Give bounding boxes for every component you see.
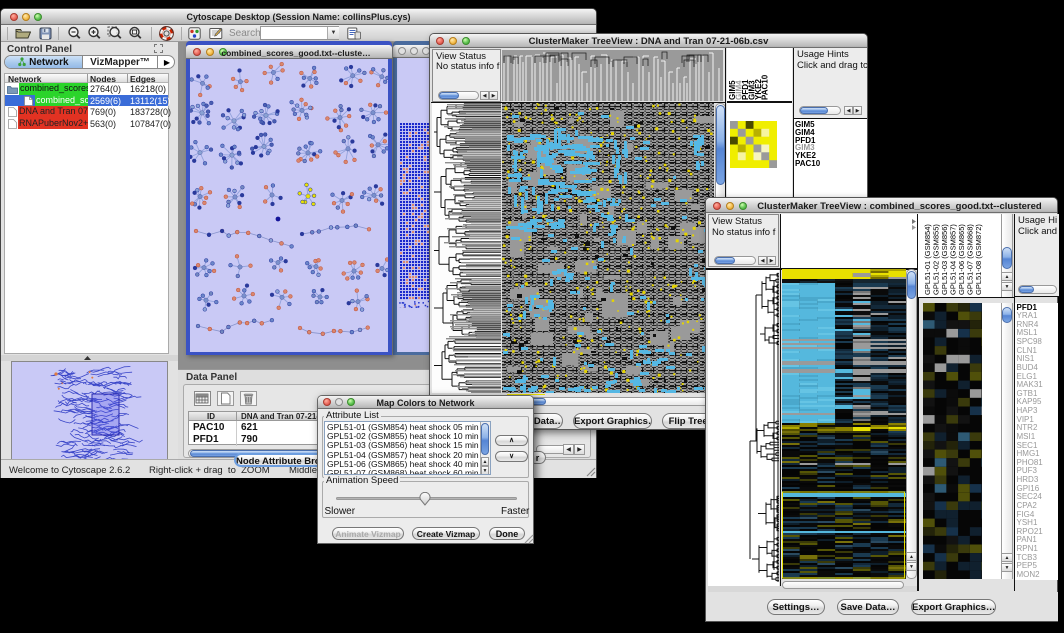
svg-text:GPL51-08 (GSM872): GPL51-08 (GSM872) [974,224,983,295]
svg-text:PAC10: PAC10 [761,74,770,100]
